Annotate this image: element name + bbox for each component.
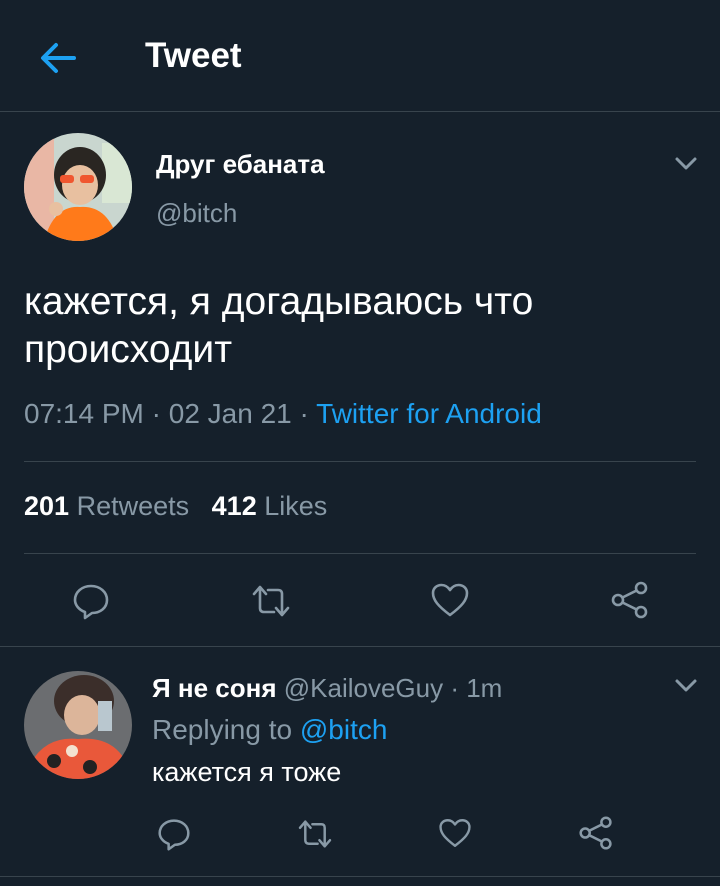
- tweet-meta: 07:14 PM · 02 Jan 21 · Twitter for Andro…: [24, 398, 542, 429]
- reply-time: 1m: [466, 673, 503, 703]
- chevron-down-icon[interactable]: [673, 677, 699, 695]
- reply-icon[interactable]: [72, 582, 110, 620]
- tweet-source-link[interactable]: Twitter for Android: [316, 398, 542, 429]
- retweet-icon[interactable]: [250, 584, 292, 618]
- chevron-down-icon[interactable]: [673, 155, 699, 173]
- author-name[interactable]: Друг ебаната: [156, 149, 325, 180]
- like-icon[interactable]: [430, 582, 470, 618]
- tweet-date: 02 Jan 21: [168, 398, 292, 429]
- retweets-count[interactable]: 201: [24, 491, 69, 521]
- reply-author-name[interactable]: Я не соня: [152, 673, 277, 703]
- like-icon[interactable]: [438, 817, 472, 849]
- header: Tweet: [0, 0, 720, 112]
- retweets-label[interactable]: Retweets: [77, 491, 190, 521]
- divider: [24, 461, 696, 462]
- replying-to-link[interactable]: @bitch: [300, 714, 388, 745]
- likes-label[interactable]: Likes: [264, 491, 327, 521]
- reply-icon[interactable]: [157, 817, 191, 851]
- tweet-time: 07:14 PM: [24, 398, 144, 429]
- avatar[interactable]: [24, 671, 132, 779]
- divider: [24, 553, 696, 554]
- share-icon[interactable]: [578, 815, 614, 851]
- replying-prefix: Replying to: [152, 714, 293, 745]
- reply-author-line: Я не соня @KailoveGuy · 1m: [152, 673, 503, 703]
- page-title: Tweet: [145, 36, 242, 75]
- tweet-stats: 201 Retweets 412 Likes: [24, 491, 327, 522]
- likes-count[interactable]: 412: [212, 491, 257, 521]
- avatar[interactable]: [24, 133, 132, 241]
- divider: [0, 876, 720, 877]
- replying-to: Replying to @bitch: [152, 714, 387, 746]
- share-icon[interactable]: [610, 580, 650, 620]
- retweet-icon[interactable]: [296, 819, 334, 849]
- reply-author-handle[interactable]: @KailoveGuy: [284, 673, 443, 703]
- author-handle[interactable]: @bitch: [156, 198, 237, 229]
- back-arrow-icon[interactable]: [38, 40, 78, 76]
- divider: [0, 646, 720, 647]
- reply-text: кажется я тоже: [152, 757, 342, 787]
- tweet-text: кажется, я догадываюсь что происходит: [24, 280, 534, 371]
